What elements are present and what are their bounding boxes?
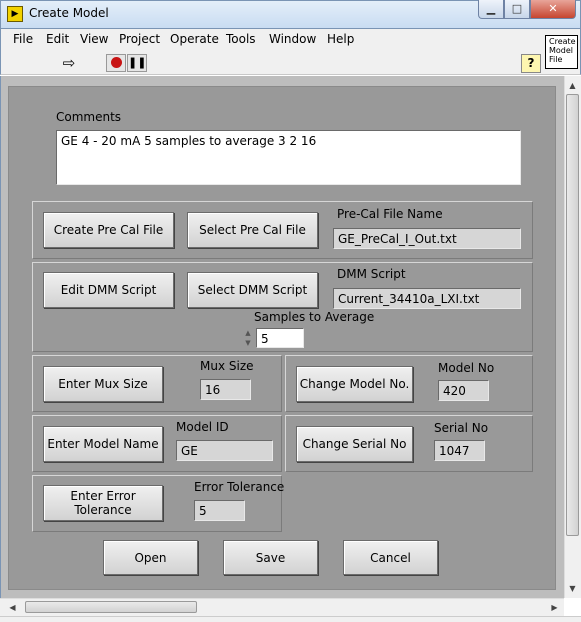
edit-dmm-script-button[interactable]: Edit DMM Script [43,272,174,308]
scroll-left-icon[interactable]: ◀ [4,599,21,616]
connector-pane-icon: Create Model File [545,35,578,69]
abort-icon[interactable] [106,54,126,72]
create-precal-button[interactable]: Create Pre Cal File [43,212,174,248]
enter-model-name-button[interactable]: Enter Model Name [43,426,163,462]
scroll-up-icon[interactable]: ▲ [564,77,581,94]
mux-size-label: Mux Size [200,359,254,373]
error-tolerance-label: Error Tolerance [194,480,285,494]
error-tolerance-field[interactable]: 5 [194,500,245,521]
run-arrow-icon[interactable]: ⇨ [59,54,79,72]
vertical-scroll-thumb[interactable] [566,94,579,536]
precal-file-field[interactable]: GE_PreCal_I_Out.txt [333,228,521,249]
model-id-field[interactable]: GE [176,440,273,461]
samples-to-average-label: Samples to Average [254,310,375,324]
window-title: Create Model [29,6,109,20]
scroll-right-icon[interactable]: ▶ [546,599,563,616]
dmm-script-field[interactable]: Current_34410a_LXI.txt [333,288,521,309]
help-button[interactable]: ? [521,54,541,73]
menu-view[interactable]: View [80,32,108,46]
mux-size-field[interactable]: 16 [200,379,251,400]
open-button[interactable]: Open [103,540,198,575]
close-button[interactable]: ✕ [530,0,576,19]
menu-tools[interactable]: Tools [226,32,256,46]
menu-window[interactable]: Window [269,32,316,46]
pause-icon[interactable]: ❚❚ [127,54,147,72]
change-serial-no-button[interactable]: Change Serial No [296,426,413,462]
samples-to-average-field[interactable]: 5 [256,328,304,348]
precal-file-label: Pre-Cal File Name [337,207,443,221]
cancel-button[interactable]: Cancel [343,540,438,575]
save-button[interactable]: Save [223,540,318,575]
menu-file[interactable]: File [13,32,33,46]
increment-decrement-icon[interactable]: ▲ ▼ [242,328,254,349]
comments-field[interactable]: GE 4 - 20 mA 5 samples to average 3 2 16 [56,130,521,185]
enter-error-tolerance-button[interactable]: Enter Error Tolerance [43,485,163,521]
comments-label: Comments [56,110,122,124]
serial-no-field[interactable]: 1047 [434,440,485,461]
menu-operate[interactable]: Operate [170,32,219,46]
window-bottom-edge [0,616,581,622]
enter-mux-size-button[interactable]: Enter Mux Size [43,366,163,402]
menu-edit[interactable]: Edit [46,32,69,46]
minimize-button[interactable]: ▁ [478,0,504,19]
change-model-no-button[interactable]: Change Model No. [296,366,413,402]
menu-help[interactable]: Help [327,32,354,46]
model-no-field[interactable]: 420 [438,380,489,401]
scroll-down-icon[interactable]: ▼ [564,580,581,597]
model-no-label: Model No [438,361,495,375]
toolbar [0,50,581,75]
dmm-script-label: DMM Script [337,267,406,281]
select-precal-button[interactable]: Select Pre Cal File [187,212,318,248]
menu-project[interactable]: Project [119,32,160,46]
serial-no-label: Serial No [434,421,489,435]
horizontal-scroll-thumb[interactable] [25,601,197,613]
maximize-button[interactable]: □ [504,0,530,19]
labview-vi-icon[interactable]: ▶ [7,6,23,22]
model-id-label: Model ID [176,420,229,434]
select-dmm-script-button[interactable]: Select DMM Script [187,272,318,308]
